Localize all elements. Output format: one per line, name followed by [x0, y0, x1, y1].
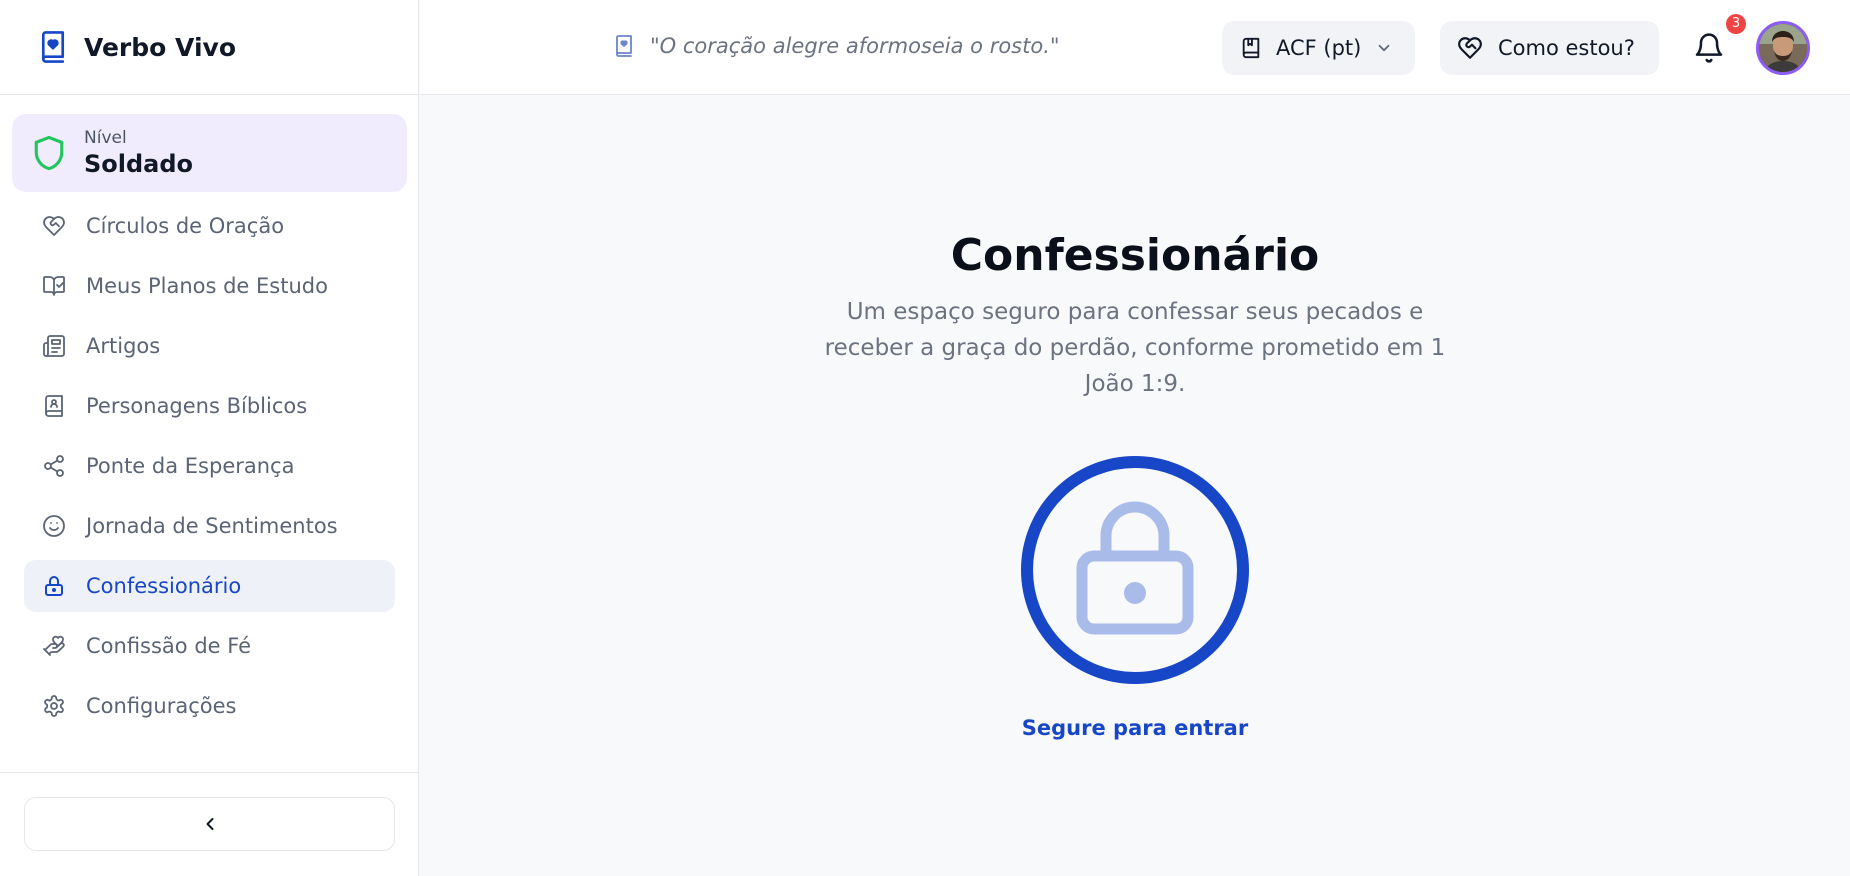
- bible-icon: [616, 35, 632, 57]
- lock-icon: [45, 576, 63, 596]
- verse-text: "O coração alegre aformoseia o rosto.": [650, 34, 1060, 58]
- smile-icon: [43, 515, 65, 537]
- sidebar-item-label: Personagens Bíblicos: [86, 394, 308, 418]
- sidebar-item-personagens[interactable]: Personagens Bíblicos: [24, 380, 395, 432]
- shield-icon: [34, 135, 64, 171]
- sidebar-item-label: Meus Planos de Estudo: [86, 274, 328, 298]
- sidebar-item-meus-planos[interactable]: Meus Planos de Estudo: [24, 260, 395, 312]
- level-card[interactable]: Nível Soldado: [12, 114, 407, 192]
- heart-handshake-icon: [1458, 37, 1482, 59]
- daily-verse: "O coração alegre aformoseia o rosto.": [614, 34, 1060, 58]
- sidebar: Verbo Vivo Nível Soldado Círculos de Ora…: [0, 0, 419, 876]
- level-label: Nível: [84, 128, 127, 148]
- bible-version-label: ACF (pt): [1276, 36, 1362, 60]
- sidebar-item-configuracoes[interactable]: Configurações: [24, 680, 395, 732]
- chevron-left-icon: [206, 818, 213, 830]
- sidebar-item-label: Ponte da Esperança: [86, 454, 295, 478]
- sidebar-item-ponte-da-esperanca[interactable]: Ponte da Esperança: [24, 440, 395, 492]
- sidebar-footer: [0, 772, 418, 876]
- mood-check-button[interactable]: Como estou?: [1440, 21, 1659, 75]
- sidebar-item-confessionario[interactable]: Confessionário: [24, 560, 395, 612]
- sidebar-item-circulos-de-oracao[interactable]: Círculos de Oração: [24, 200, 395, 252]
- avatar[interactable]: [1756, 21, 1810, 75]
- newspaper-icon: [43, 335, 65, 357]
- book-icon: [1242, 37, 1260, 59]
- level-value: Soldado: [84, 150, 194, 178]
- chevron-down-icon: [1379, 44, 1390, 52]
- sidebar-item-label: Confissão de Fé: [86, 634, 252, 658]
- bible-heart-icon: [41, 31, 65, 63]
- hold-to-enter-button[interactable]: [1021, 456, 1249, 684]
- heart-handshake-icon: [43, 216, 65, 236]
- mood-check-label: Como estou?: [1498, 36, 1635, 60]
- top-header: "O coração alegre aformoseia o rosto." A…: [420, 0, 1850, 95]
- sidebar-item-confissao-de-fe[interactable]: Confissão de Fé: [24, 620, 395, 672]
- gear-icon: [44, 695, 64, 717]
- sidebar-item-label: Círculos de Oração: [86, 214, 285, 238]
- page-description: Um espaço seguro para confessar seus pec…: [824, 299, 1446, 397]
- sidebar-nav: Círculos de Oração Meus Planos de Estudo…: [24, 200, 395, 740]
- book-check-icon: [43, 276, 65, 296]
- sidebar-item-jornada-de-sentimentos[interactable]: Jornada de Sentimentos: [24, 500, 395, 552]
- notification-badge: 3: [1726, 14, 1746, 34]
- hand-heart-icon: [43, 635, 65, 656]
- main-content: Confessionário Um espaço seguro para con…: [420, 96, 1850, 876]
- share-icon: [44, 455, 64, 477]
- hold-to-enter-label[interactable]: Segure para entrar: [420, 716, 1850, 740]
- sidebar-item-label: Confessionário: [86, 574, 242, 598]
- sidebar-item-label: Jornada de Sentimentos: [86, 514, 338, 538]
- app-name: Verbo Vivo: [84, 32, 236, 62]
- bible-version-select[interactable]: ACF (pt): [1222, 21, 1415, 75]
- book-user-icon: [45, 395, 63, 417]
- collapse-sidebar-button[interactable]: [24, 797, 395, 851]
- sidebar-item-artigos[interactable]: Artigos: [24, 320, 395, 372]
- brand[interactable]: Verbo Vivo: [0, 0, 418, 95]
- sidebar-item-label: Artigos: [86, 334, 161, 358]
- bell-icon[interactable]: [1693, 32, 1725, 64]
- page-title: Confessionário: [950, 230, 1320, 281]
- sidebar-item-label: Configurações: [86, 694, 237, 718]
- user-avatar-image: [1759, 24, 1807, 72]
